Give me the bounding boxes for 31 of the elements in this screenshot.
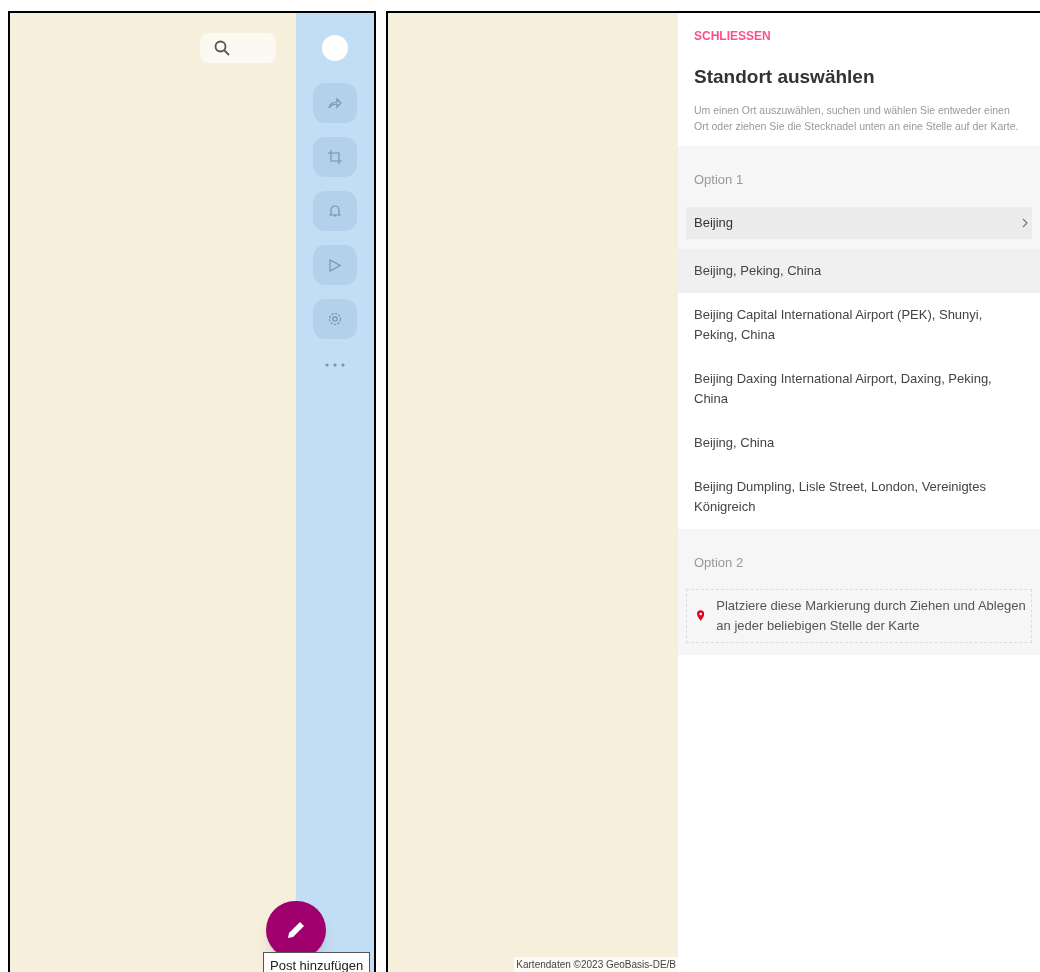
play-button[interactable]: [313, 245, 357, 285]
suggestion-item[interactable]: Beijing Daxing International Airport, Daxing, Peking, China: [678, 357, 1040, 421]
search-field[interactable]: Beijing: [686, 207, 1032, 239]
panel-title: Standort auswählen: [694, 65, 876, 89]
avatar[interactable]: [322, 35, 348, 61]
marker-hint: Platziere diese Markierung durch Ziehen und Ablegen an jeder beliebigen Stelle der Karte: [716, 596, 1027, 635]
suggestion-item[interactable]: Beijing Capital International Airport (PEK), Shunyi, Peking, China: [678, 293, 1040, 357]
share-arrow-icon: [328, 97, 342, 109]
notification-button[interactable]: [313, 191, 357, 231]
search-button[interactable]: [200, 33, 276, 63]
marker-drag-box[interactable]: Platziere diese Markierung durch Ziehen und Ablegen an jeder beliebigen Stelle der Karte: [686, 588, 1032, 643]
suggestion-item[interactable]: Beijing, Peking, China: [678, 249, 1040, 293]
play-icon: [329, 258, 341, 272]
pencil-icon: [286, 920, 306, 940]
tooltip: Post hinzufügen: [263, 952, 371, 972]
bell-icon: [329, 204, 341, 218]
crop-button[interactable]: [313, 137, 357, 177]
option-label: Option 1: [693, 170, 745, 189]
settings-icon: [328, 312, 342, 326]
suggestion-item[interactable]: Beijing Dumpling, Lisle Street, London, Vereinigtes Königreich: [678, 465, 1040, 529]
suggestion-item[interactable]: Beijing, China: [678, 421, 1040, 465]
share-button[interactable]: [313, 83, 357, 123]
panel-description: Um einen Ort auszuwählen, suchen und wählen Sie entweder einen Ort oder ziehen Sie die Stecknadel unten an eine Stelle auf der Karte.: [694, 102, 1020, 134]
settings-button[interactable]: [313, 299, 357, 339]
map-attribution: Kartendaten ©2023 GeoBasis-DE/B: [514, 957, 678, 972]
option-label: Option 2: [693, 554, 745, 572]
more-icon: [325, 363, 345, 367]
chevron-right-icon: [1022, 218, 1028, 228]
search-value: Beijing: [694, 214, 735, 233]
crop-icon: [328, 150, 342, 164]
search-icon: [214, 40, 230, 56]
